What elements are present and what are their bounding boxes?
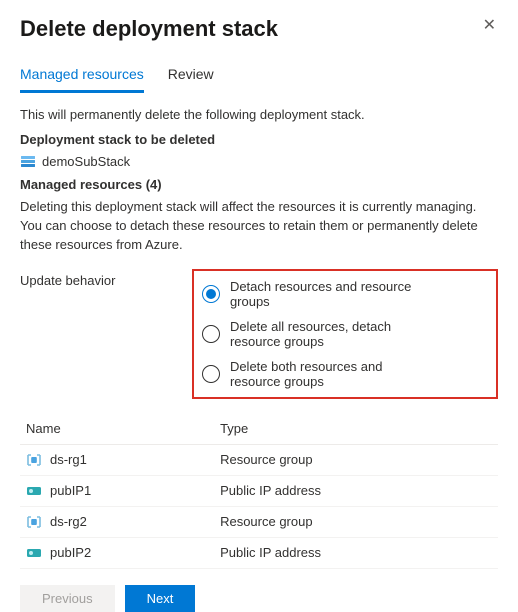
tab-managed-resources[interactable]: Managed resources — [20, 60, 144, 93]
stack-name: demoSubStack — [42, 154, 130, 169]
update-behavior-options: Detach resources and resource groups Del… — [192, 269, 498, 399]
managed-resources-label: Managed resources (4) — [20, 177, 498, 192]
column-header-name[interactable]: Name — [20, 413, 214, 445]
table-row[interactable]: ds-rg1 Resource group — [20, 444, 498, 475]
intro-text: This will permanently delete the followi… — [20, 107, 498, 122]
managed-resources-description: Deleting this deployment stack will affe… — [20, 198, 498, 255]
resource-type: Public IP address — [214, 475, 498, 506]
resource-name: pubIP2 — [50, 545, 91, 560]
radio-label: Delete both resources and resource group… — [230, 359, 426, 389]
table-row[interactable]: pubIP1 Public IP address — [20, 475, 498, 506]
tab-bar: Managed resources Review — [20, 60, 498, 93]
stack-row: demoSubStack — [20, 153, 498, 169]
radio-label: Delete all resources, detach resource gr… — [230, 319, 426, 349]
resource-name: ds-rg2 — [50, 514, 87, 529]
close-icon[interactable]: ✕ — [481, 16, 498, 36]
update-behavior-label: Update behavior — [20, 269, 192, 288]
stack-section-label: Deployment stack to be deleted — [20, 132, 498, 147]
resource-group-icon — [26, 514, 42, 530]
radio-option-delete-both[interactable]: Delete both resources and resource group… — [202, 359, 426, 389]
page-title: Delete deployment stack — [20, 16, 278, 42]
table-row[interactable]: ds-rg2 Resource group — [20, 506, 498, 537]
radio-icon — [202, 365, 220, 383]
radio-icon — [202, 285, 220, 303]
resource-group-icon — [26, 452, 42, 468]
resource-type: Resource group — [214, 444, 498, 475]
resources-table: Name Type ds-rg1 Resource group pubIP1 Publ… — [20, 413, 498, 569]
resource-type: Resource group — [214, 506, 498, 537]
table-row[interactable]: pubIP2 Public IP address — [20, 537, 498, 568]
stack-icon — [20, 153, 36, 169]
resource-name: ds-rg1 — [50, 452, 87, 467]
public-ip-icon — [26, 483, 42, 499]
next-button[interactable]: Next — [125, 585, 196, 612]
radio-icon — [202, 325, 220, 343]
column-header-type[interactable]: Type — [214, 413, 498, 445]
public-ip-icon — [26, 545, 42, 561]
radio-option-delete-resources[interactable]: Delete all resources, detach resource gr… — [202, 319, 426, 349]
radio-label: Detach resources and resource groups — [230, 279, 426, 309]
tab-review[interactable]: Review — [168, 60, 214, 93]
resource-type: Public IP address — [214, 537, 498, 568]
resource-name: pubIP1 — [50, 483, 91, 498]
previous-button[interactable]: Previous — [20, 585, 115, 612]
radio-option-detach[interactable]: Detach resources and resource groups — [202, 279, 426, 309]
